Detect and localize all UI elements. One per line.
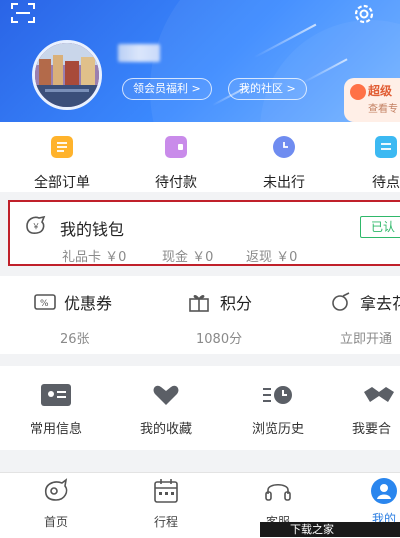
username-blurred [118, 44, 160, 62]
home-dolphin-icon [44, 478, 68, 501]
promo-title: 超级 [368, 84, 393, 98]
gift-icon [188, 292, 210, 316]
tab-label: 首页 [43, 515, 68, 529]
handshake-icon [362, 384, 396, 406]
my-wallet-card[interactable]: ￥ 我的钱包 已认 礼品卡 ￥0 现金 ￥0 返现 ￥0 [8, 200, 400, 266]
headset-icon [265, 483, 291, 501]
order-label: 待付款 [155, 175, 197, 191]
tool-favorites[interactable]: 我的收藏 [126, 384, 206, 437]
tool-label: 我要合 [352, 422, 392, 437]
coupons-count: 26张 [60, 332, 90, 347]
promo-subtitle: 查看专 [368, 104, 398, 115]
coupon-icon: % [34, 294, 56, 314]
tool-cooperate[interactable]: 我要合 [352, 384, 400, 437]
profile-header: 领会员福利 > 我的社区 > 超级 查看专 [0, 0, 400, 122]
pay-later-icon [330, 292, 352, 316]
history-clock-icon [261, 384, 295, 406]
order-all[interactable]: 全部订单 [22, 136, 102, 192]
order-label: 待点 [372, 175, 400, 191]
svg-text:￥: ￥ [32, 222, 40, 231]
wallet-card-icon [165, 136, 187, 158]
avatar[interactable] [32, 40, 102, 110]
watermark-text: 下载之家 [290, 523, 334, 536]
wallet-title: 我的钱包 [60, 220, 125, 239]
tool-history[interactable]: 浏览历史 [238, 384, 318, 437]
my-community-pill[interactable]: 我的社区 > [228, 78, 307, 100]
cashback-balance[interactable]: 返现 ￥0 [246, 246, 297, 265]
tab-trips[interactable]: 行程 [126, 478, 206, 530]
promo-badge[interactable]: 超级 查看专 [344, 78, 400, 122]
benefits-section: % 优惠券 26张 积分 1080分 拿去花 立即开通 [0, 276, 400, 354]
gift-card-balance[interactable]: 礼品卡 ￥0 [62, 246, 126, 265]
tool-label: 常用信息 [29, 422, 82, 437]
order-label: 全部订单 [34, 175, 90, 191]
pay-later-cta: 立即开通 [340, 332, 393, 347]
order-label: 未出行 [263, 175, 305, 191]
member-benefits-pill[interactable]: 领会员福利 > [122, 78, 212, 100]
pay-later-label: 拿去花 [360, 294, 400, 313]
tab-home[interactable]: 首页 [16, 478, 96, 530]
profile-active-icon [371, 478, 397, 504]
verified-badge: 已认 [360, 216, 400, 238]
cash-balance[interactable]: 现金 ￥0 [162, 246, 213, 265]
svg-text:%: % [40, 299, 49, 309]
tool-label: 我的收藏 [139, 422, 192, 437]
heart-icon [151, 384, 181, 406]
points-label: 积分 [220, 294, 253, 313]
tab-mine[interactable]: 我的 [344, 478, 400, 527]
order-to-review[interactable]: 待点 [346, 136, 400, 192]
settings-gear-icon[interactable] [350, 0, 378, 28]
tool-label: 浏览历史 [251, 422, 304, 437]
watermark-strip: 下载之家 [260, 522, 400, 537]
points-count: 1080分 [196, 332, 243, 347]
clock-icon [273, 136, 295, 158]
promo-tag-icon [350, 84, 366, 100]
order-pending-payment[interactable]: 待付款 [136, 136, 216, 192]
orders-section: 全部订单 待付款 未出行 待点 [0, 122, 400, 192]
calendar-icon [154, 479, 178, 503]
order-list-icon [51, 136, 73, 158]
wallet-icon: ￥ [24, 214, 48, 236]
tool-common-info[interactable]: 常用信息 [16, 384, 96, 437]
tab-label: 行程 [153, 515, 178, 529]
tools-section: 常用信息 我的收藏 浏览历史 我要合 [0, 366, 400, 450]
id-card-icon [41, 384, 71, 406]
scan-icon[interactable] [10, 2, 36, 24]
coupons-label: 优惠券 [64, 294, 113, 313]
comment-icon [375, 136, 397, 158]
order-upcoming[interactable]: 未出行 [244, 136, 324, 192]
